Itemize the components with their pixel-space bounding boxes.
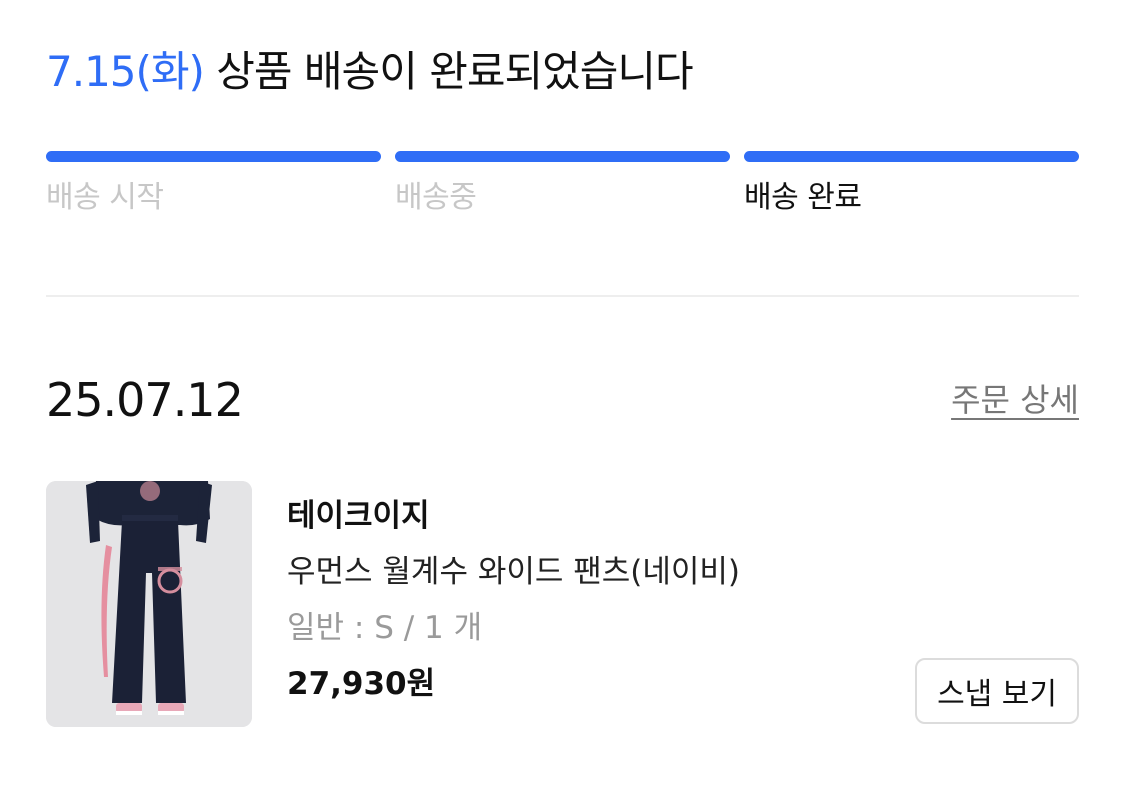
product-photo [46,481,252,727]
progress-step-started: 배송 시작 [46,151,381,218]
progress-step-delivered: 배송 완료 [744,151,1079,218]
product-name[interactable]: 우먼스 월계수 와이드 팬츠(네이비) [287,549,740,595]
product-thumbnail[interactable] [46,481,252,727]
delivery-message: 상품 배송이 완료되었습니다 [203,47,693,96]
progress-label-started: 배송 시작 [46,180,164,215]
progress-bar-delivered [744,151,1079,162]
product-info: 테이크이지 우먼스 월계수 와이드 팬츠(네이비) 일반 : S / 1 개 2… [287,493,740,707]
product-price: 27,930원 [287,666,436,702]
order-date: 25.07.12 [46,373,244,427]
progress-label-in-transit: 배송중 [395,180,477,215]
delivery-progress: 배송 시작 배송중 배송 완료 [46,151,1079,218]
section-divider [46,295,1079,297]
progress-bar-in-transit [395,151,730,162]
product-brand[interactable]: 테이크이지 [287,493,740,539]
progress-step-in-transit: 배송중 [395,151,730,218]
delivery-headline: 7.15(화) 상품 배송이 완료되었습니다 [46,42,694,102]
delivery-date: 7.15(화) [46,47,205,96]
snap-view-button[interactable]: 스냅 보기 [915,658,1079,724]
progress-bar-started [46,151,381,162]
order-detail-link[interactable]: 주문 상세 [951,378,1079,422]
product-option: 일반 : S / 1 개 [287,610,483,646]
delivery-status-page: 7.15(화) 상품 배송이 완료되었습니다 배송 시작 배송중 배송 완료 2… [0,0,1125,803]
progress-label-delivered: 배송 완료 [744,180,862,215]
